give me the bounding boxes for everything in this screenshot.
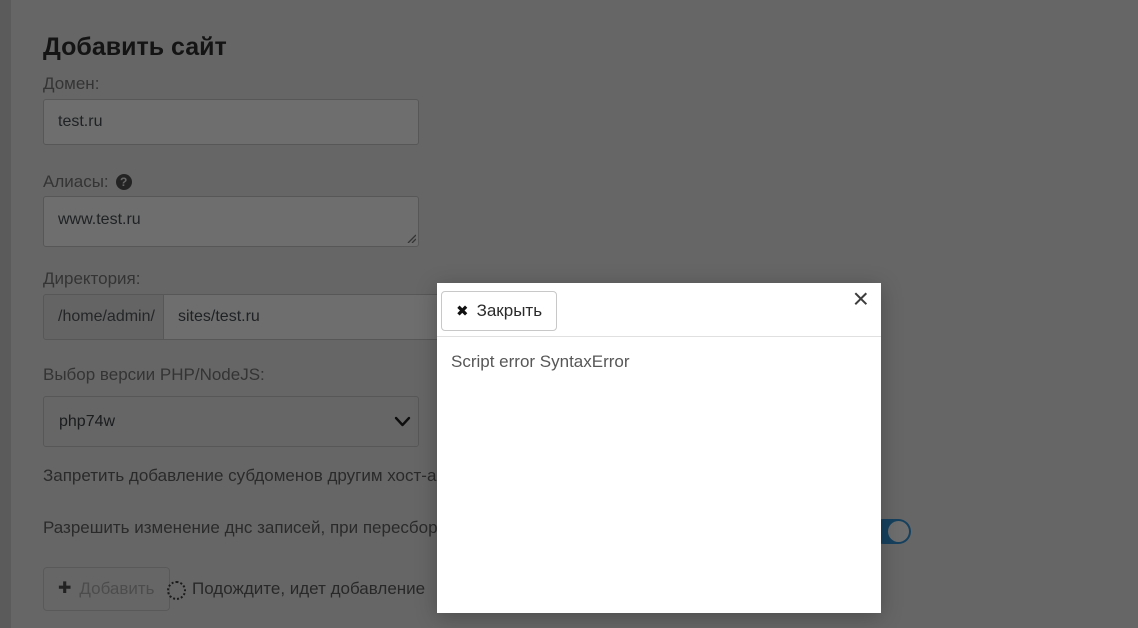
modal-error-text: Script error SyntaxError — [451, 352, 630, 371]
close-icon[interactable]: × — [853, 283, 869, 315]
error-modal: ✖ Закрыть × Script error SyntaxError — [437, 283, 881, 613]
x-mark-icon: ✖ — [456, 302, 469, 320]
modal-header: ✖ Закрыть × — [437, 283, 881, 337]
modal-close-button[interactable]: ✖ Закрыть — [441, 291, 558, 331]
modal-close-button-label: Закрыть — [476, 301, 543, 320]
